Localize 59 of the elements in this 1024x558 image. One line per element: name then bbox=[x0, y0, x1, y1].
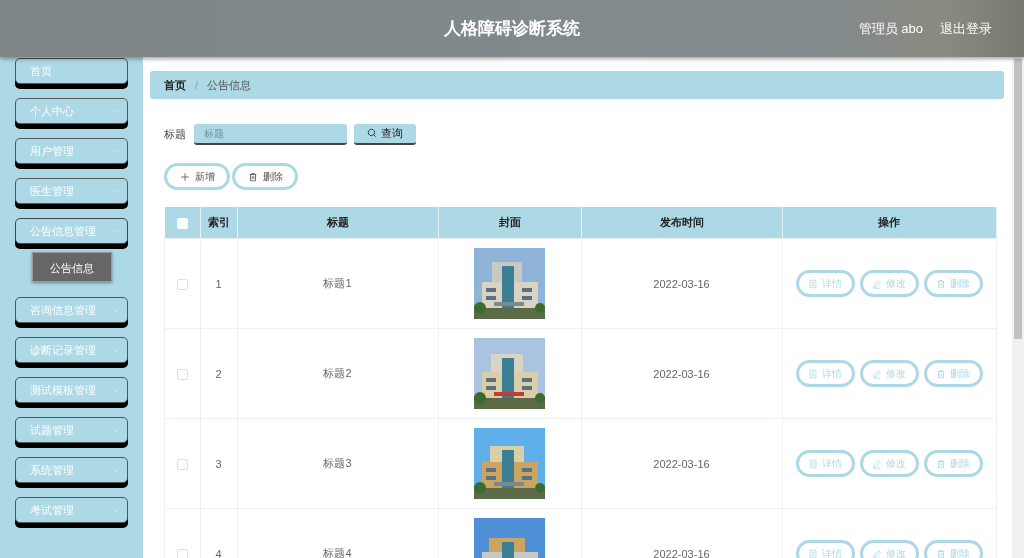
submenu-item[interactable]: 公告信息 bbox=[31, 252, 112, 282]
edit-button[interactable]: 修改 bbox=[859, 450, 919, 477]
pencil-icon bbox=[872, 548, 882, 558]
pencil-icon bbox=[872, 278, 882, 289]
scrollbar[interactable] bbox=[1012, 57, 1024, 558]
table-cell: 3 bbox=[200, 418, 237, 509]
table-cell: 2022-03-16 bbox=[581, 418, 782, 509]
search-label: 标题 bbox=[164, 126, 186, 142]
document-icon bbox=[808, 458, 818, 469]
search-icon bbox=[367, 128, 377, 138]
delete-button[interactable]: 删除 bbox=[923, 540, 983, 558]
scrollbar-thumb[interactable] bbox=[1014, 59, 1022, 339]
detail-button[interactable]: 详情 bbox=[795, 540, 855, 558]
search-button[interactable]: 查询 bbox=[354, 123, 416, 145]
document-icon bbox=[808, 548, 818, 558]
table-cell: 2022-03-16 bbox=[581, 238, 782, 329]
plus-icon bbox=[179, 171, 190, 182]
table-cell: 标题2 bbox=[237, 328, 438, 419]
checkbox[interactable] bbox=[176, 278, 188, 290]
column-header: 操作 bbox=[782, 207, 996, 239]
table-cell: 2022-03-16 bbox=[581, 328, 782, 419]
detail-button[interactable]: 详情 bbox=[795, 270, 855, 297]
column-header: 索引 bbox=[200, 207, 237, 239]
edit-button[interactable]: 修改 bbox=[859, 270, 919, 297]
table-cell: 1 bbox=[200, 238, 237, 329]
app-title: 人格障碍诊断系统 bbox=[444, 18, 580, 40]
trash-icon bbox=[936, 368, 946, 379]
trash-icon bbox=[936, 548, 946, 558]
column-header: 封面 bbox=[438, 207, 581, 239]
table-cell: 标题1 bbox=[237, 238, 438, 329]
checkbox[interactable] bbox=[176, 368, 188, 380]
table-cell: 2 bbox=[200, 328, 237, 419]
edit-button[interactable]: 修改 bbox=[859, 360, 919, 387]
breadcrumb-link[interactable]: 首页 bbox=[164, 77, 186, 93]
detail-button[interactable]: 详情 bbox=[795, 360, 855, 387]
trash-icon bbox=[936, 458, 946, 469]
delete-button[interactable]: 删除 bbox=[232, 163, 298, 190]
breadcrumb-current: 公告信息 bbox=[207, 77, 252, 93]
breadcrumb-separator: / bbox=[195, 79, 199, 91]
detail-button[interactable]: 详情 bbox=[795, 450, 855, 477]
document-icon bbox=[808, 368, 818, 379]
column-header: 发布时间 bbox=[581, 207, 782, 239]
logout-link[interactable]: 退出登录 bbox=[940, 20, 992, 38]
add-button[interactable]: 新增 bbox=[164, 163, 230, 190]
trash-icon bbox=[936, 278, 946, 289]
search-field[interactable]: 标题 bbox=[194, 123, 347, 145]
user-name: 管理员 abo bbox=[858, 20, 923, 38]
checkbox[interactable] bbox=[176, 548, 188, 558]
pencil-icon bbox=[872, 458, 882, 469]
trash-icon bbox=[247, 171, 258, 182]
document-icon bbox=[808, 278, 818, 289]
table-cell: 标题3 bbox=[237, 418, 438, 509]
pencil-icon bbox=[872, 368, 882, 379]
column-header: 标题 bbox=[237, 207, 438, 239]
checkbox[interactable] bbox=[176, 458, 188, 470]
delete-button[interactable]: 删除 bbox=[923, 360, 983, 387]
edit-button[interactable]: 修改 bbox=[859, 540, 919, 558]
delete-button[interactable]: 删除 bbox=[923, 270, 983, 297]
delete-button[interactable]: 删除 bbox=[923, 450, 983, 477]
